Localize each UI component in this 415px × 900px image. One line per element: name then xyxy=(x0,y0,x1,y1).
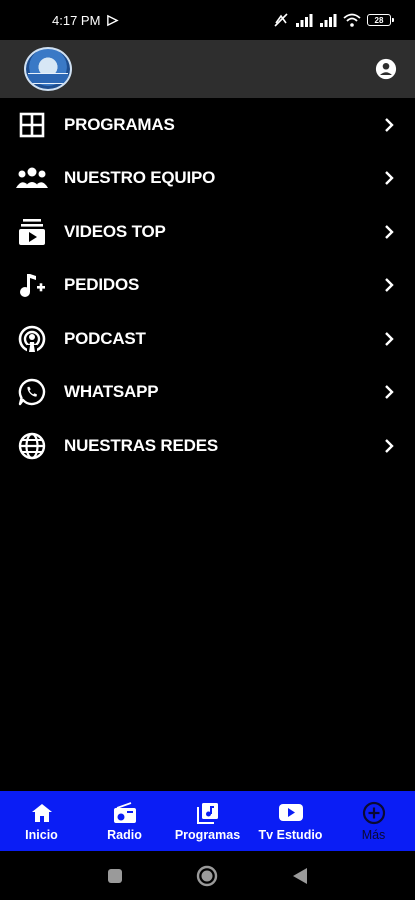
library-music-icon xyxy=(196,800,219,826)
status-time: 4:17 PM xyxy=(52,12,101,28)
logo-band xyxy=(28,73,68,84)
nav-item-radio[interactable]: Radio xyxy=(83,791,166,851)
account-button[interactable] xyxy=(371,54,401,84)
menu-item-nuestro-equipo[interactable]: NUESTRO EQUIPO xyxy=(0,152,415,206)
battery-icon: 28 xyxy=(367,14,394,26)
battery-level: 28 xyxy=(374,15,384,25)
home-icon xyxy=(31,800,53,826)
recents-icon[interactable] xyxy=(107,868,123,884)
station-logo[interactable] xyxy=(24,47,72,91)
menu-item-pedidos[interactable]: PEDIDOS xyxy=(0,259,415,313)
menu-item-label: PEDIDOS xyxy=(64,275,140,295)
chevron-right-icon xyxy=(381,438,397,454)
cast-icon xyxy=(107,14,120,26)
menu-list: PROGRAMAS NUESTRO EQUIPO VIDEOS TOP PEDI… xyxy=(0,98,415,473)
status-bar: 4:17 PM 28 xyxy=(0,0,415,40)
account-circle-icon xyxy=(375,58,397,80)
menu-item-label: NUESTRO EQUIPO xyxy=(64,168,216,188)
whatsapp-icon xyxy=(16,376,48,408)
chevron-right-icon xyxy=(381,117,397,133)
menu-item-nuestras-redes[interactable]: NUESTRAS REDES xyxy=(0,419,415,473)
nav-label: Inicio xyxy=(25,828,58,842)
grid-icon xyxy=(16,109,48,141)
home-button-icon[interactable] xyxy=(196,865,218,887)
system-navigation-bar xyxy=(0,851,415,900)
nav-label: Tv Estudio xyxy=(258,828,323,842)
nav-label: Más xyxy=(361,828,386,842)
team-icon xyxy=(16,162,48,194)
signal-icon-2 xyxy=(320,13,337,27)
chevron-right-icon xyxy=(381,224,397,240)
chevron-right-icon xyxy=(381,277,397,293)
menu-item-label: NUESTRAS REDES xyxy=(64,435,219,455)
status-left: 4:17 PM xyxy=(52,12,120,28)
signal-icon-1 xyxy=(296,13,313,27)
menu-item-label: PODCAST xyxy=(64,328,146,348)
menu-item-podcast[interactable]: PODCAST xyxy=(0,312,415,366)
status-right: 28 xyxy=(273,13,394,27)
nav-item-mas[interactable]: Más xyxy=(332,791,415,851)
menu-item-whatsapp[interactable]: WHATSAPP xyxy=(0,366,415,420)
globe-icon xyxy=(16,430,48,462)
app-header xyxy=(0,40,415,98)
video-library-icon xyxy=(16,216,48,248)
chevron-right-icon xyxy=(381,384,397,400)
data-off-icon xyxy=(274,13,288,27)
music-add-icon xyxy=(16,269,48,301)
nav-item-inicio[interactable]: Inicio xyxy=(0,791,83,851)
bottom-nav: Inicio Radio Programas Tv Estudio Más xyxy=(0,791,415,851)
menu-item-label: VIDEOS TOP xyxy=(64,221,166,241)
menu-item-label: PROGRAMAS xyxy=(64,114,175,134)
chevron-right-icon xyxy=(381,331,397,347)
menu-item-label: WHATSAPP xyxy=(64,382,159,402)
nav-label: Programas xyxy=(174,828,241,842)
youtube-icon xyxy=(278,800,304,826)
back-icon[interactable] xyxy=(292,867,308,885)
menu-item-programas[interactable]: PROGRAMAS xyxy=(0,98,415,152)
radio-icon xyxy=(113,800,137,826)
plus-circle-icon xyxy=(362,800,386,826)
podcast-icon xyxy=(16,323,48,355)
chevron-right-icon xyxy=(381,170,397,186)
nav-item-tv-estudio[interactable]: Tv Estudio xyxy=(249,791,332,851)
nav-label: Radio xyxy=(107,828,142,842)
nav-item-programas[interactable]: Programas xyxy=(166,791,249,851)
wifi-icon xyxy=(343,13,361,27)
menu-item-videos-top[interactable]: VIDEOS TOP xyxy=(0,205,415,259)
